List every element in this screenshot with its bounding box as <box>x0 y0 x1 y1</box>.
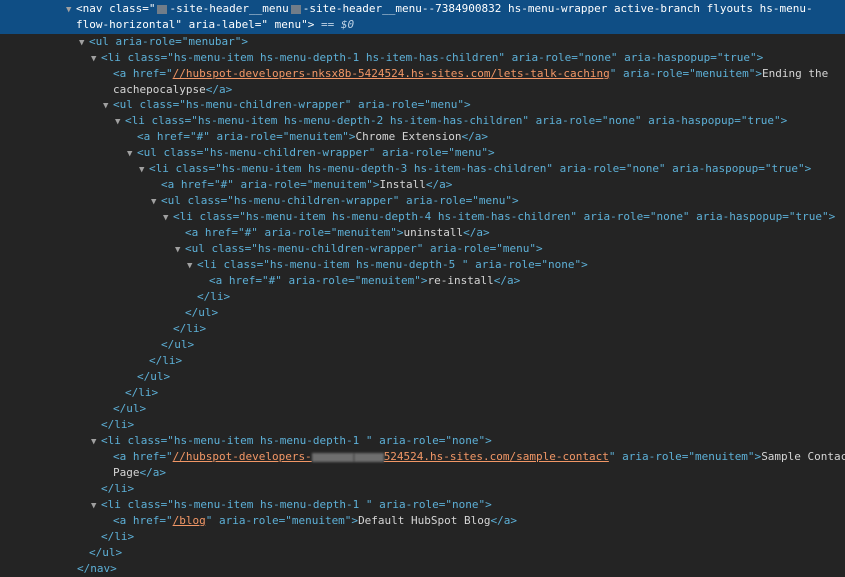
collapse-triangle-icon[interactable]: ▼ <box>91 498 101 514</box>
dom-node-close-ul[interactable]: </ul> <box>89 545 122 561</box>
dom-node-close-li[interactable]: </li> <box>101 417 134 433</box>
dom-node-close-ul[interactable]: </ul> <box>113 401 146 417</box>
elements-panel: ▼ <nav class=" -site-header__menu -site-hea… <box>0 0 845 577</box>
collapse-triangle-icon[interactable]: ▼ <box>187 258 197 274</box>
dom-node-close-ul[interactable]: </ul> <box>185 305 218 321</box>
dom-node-a-sample-contact[interactable]: <a href="//hubspot-developers- 524524.hs-… <box>113 449 845 465</box>
dom-node-close-ul[interactable]: </ul> <box>137 369 170 385</box>
dom-node-li-depth-2[interactable]: ▼ <li class="hs-menu-item hs-menu-depth-2… <box>115 113 787 129</box>
dom-node-a-uninstall[interactable]: <a href="#" aria-role="menuitem">uninsta… <box>185 225 490 241</box>
collapse-triangle-icon[interactable]: ▼ <box>139 162 149 178</box>
dom-node-close-li[interactable]: </li> <box>101 481 134 497</box>
dom-node-close-ul[interactable]: </ul> <box>161 337 194 353</box>
collapse-triangle-icon[interactable]: ▼ <box>91 51 101 67</box>
dom-node-li-depth-3[interactable]: ▼ <li class="hs-menu-item hs-menu-depth-3… <box>139 161 811 177</box>
dom-node-li-sample-contact[interactable]: ▼ <li class="hs-menu-item hs-menu-depth-1… <box>91 433 492 449</box>
dom-node-a-reinstall[interactable]: <a href="#" aria-role="menuitem">re-inst… <box>209 273 520 289</box>
dom-node-a-caching-cont[interactable]: cachepocalypse</a> <box>113 82 232 98</box>
dom-node-close-li[interactable]: </li> <box>173 321 206 337</box>
nav-open-line[interactable]: ▼ <nav class=" -site-header__menu -site-hea… <box>66 1 813 17</box>
dom-node-a-sample-contact-cont[interactable]: Page</a> <box>113 465 166 481</box>
dom-node-li-blog[interactable]: ▼ <li class="hs-menu-item hs-menu-depth-1… <box>91 497 492 513</box>
collapse-triangle-icon[interactable]: ▼ <box>79 35 89 51</box>
collapse-triangle-icon[interactable]: ▼ <box>163 210 173 226</box>
dom-node-li-depth-5[interactable]: ▼ <li class="hs-menu-item hs-menu-depth-5… <box>187 257 588 273</box>
dom-node-li-depth-1[interactable]: ▼ <li class="hs-menu-item hs-menu-depth-1… <box>91 50 763 66</box>
dom-node-ul-children[interactable]: ▼ <ul class="hs-menu-children-wrapper" ar… <box>127 145 495 161</box>
collapse-triangle-icon[interactable]: ▼ <box>151 194 161 210</box>
dom-node-ul-children[interactable]: ▼ <ul class="hs-menu-children-wrapper" ar… <box>175 241 543 257</box>
collapse-triangle-icon[interactable]: ▼ <box>175 242 185 258</box>
dom-node-close-li[interactable]: </li> <box>149 353 182 369</box>
nav-open-line-cont[interactable]: flow-horizontal" aria-label=" menu"> == … <box>76 17 354 33</box>
selected-marker: == $0 <box>321 18 355 31</box>
dom-node-ul-children[interactable]: ▼ <ul class="hs-menu-children-wrapper" ar… <box>151 193 519 209</box>
dom-node-close-li[interactable]: </li> <box>101 529 134 545</box>
dom-node-ul-children[interactable]: ▼ <ul class="hs-menu-children-wrapper" ar… <box>103 97 471 113</box>
dom-node-a-caching[interactable]: <a href="//hubspot-developers-nksx8b-542… <box>113 66 828 82</box>
collapse-triangle-icon[interactable]: ▼ <box>103 98 113 114</box>
dom-node-a-chrome-extension[interactable]: <a href="#" aria-role="menuitem">Chrome … <box>137 129 488 145</box>
redacted-block <box>311 452 354 462</box>
collapse-triangle-icon[interactable]: ▼ <box>127 146 137 162</box>
redacted-block <box>290 4 301 14</box>
redacted-block <box>157 4 168 14</box>
dom-node-close-li[interactable]: </li> <box>125 385 158 401</box>
collapse-triangle-icon[interactable]: ▼ <box>91 434 101 450</box>
collapse-triangle-icon[interactable]: ▼ <box>66 2 76 18</box>
dom-node-close-nav[interactable]: </nav> <box>77 561 117 577</box>
collapse-triangle-icon[interactable]: ▼ <box>115 114 125 130</box>
dom-node-close-li[interactable]: </li> <box>197 289 230 305</box>
dom-node-a-blog[interactable]: <a href="/blog" aria-role="menuitem">Def… <box>113 513 517 529</box>
dom-node-ul-menubar[interactable]: ▼ <ul aria-role="menubar"> <box>79 34 248 50</box>
redacted-block <box>353 452 384 462</box>
selected-node-row[interactable]: ▼ <nav class=" -site-header__menu -site-hea… <box>0 0 845 34</box>
dom-node-li-depth-4[interactable]: ▼ <li class="hs-menu-item hs-menu-depth-4… <box>163 209 835 225</box>
dom-node-a-install[interactable]: <a href="#" aria-role="menuitem">Install… <box>161 177 452 193</box>
